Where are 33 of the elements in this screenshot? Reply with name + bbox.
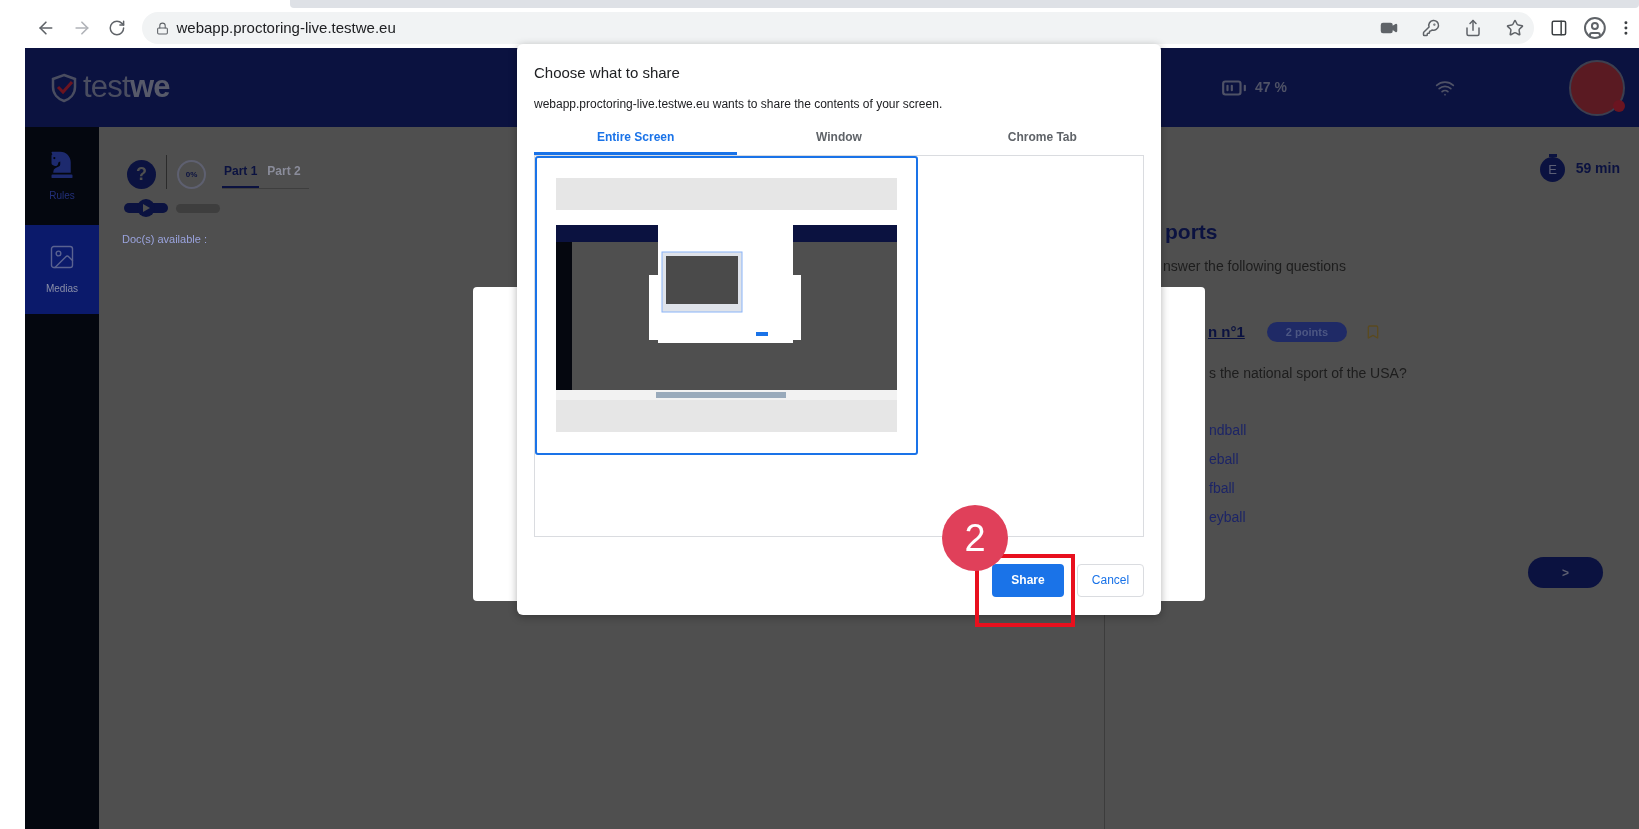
logo-text: testwe bbox=[83, 68, 170, 107]
share-button[interactable]: Share bbox=[992, 563, 1064, 597]
dialog-title: Choose what to share bbox=[534, 63, 681, 83]
share-icon[interactable] bbox=[1463, 19, 1482, 37]
section-title: ports bbox=[1165, 219, 1219, 245]
part-tab[interactable]: Part 2 bbox=[265, 162, 303, 188]
audio-play-icon bbox=[124, 199, 168, 217]
screen-thumbnail[interactable] bbox=[535, 155, 918, 455]
question-link[interactable]: n n°1 bbox=[1208, 320, 1245, 343]
help-button[interactable]: ? bbox=[127, 160, 156, 189]
part-tab[interactable]: Part 1 bbox=[222, 162, 260, 188]
next-button[interactable]: > bbox=[1528, 557, 1603, 588]
url-text: webapp.proctoring-live.testwe.eu bbox=[176, 17, 396, 38]
reload-icon[interactable] bbox=[107, 19, 126, 37]
stopwatch-icon: E bbox=[1539, 154, 1566, 182]
image-icon bbox=[48, 243, 76, 271]
address-bar[interactable]: webapp.proctoring-live.testwe.eu bbox=[141, 12, 1534, 44]
bookmark-star-icon[interactable] bbox=[1505, 19, 1524, 37]
sidebar-item[interactable]: Medias bbox=[25, 225, 99, 314]
shield-check-icon bbox=[51, 72, 77, 103]
battery-level: 47 % bbox=[1255, 78, 1287, 97]
progress-ring: 0% bbox=[177, 160, 206, 189]
lock-icon bbox=[155, 21, 169, 35]
source-tab[interactable]: Entire Screen bbox=[534, 122, 738, 155]
dialog-message: webapp.proctoring-live.testwe.eu wants to share the contents of your screen. bbox=[534, 95, 944, 113]
profile-icon[interactable] bbox=[1583, 16, 1608, 40]
source-tab[interactable]: Window bbox=[737, 122, 941, 155]
docs-label: Doc(s) available : bbox=[122, 232, 208, 247]
cancel-button[interactable]: Cancel bbox=[1077, 563, 1144, 597]
key-icon[interactable] bbox=[1421, 19, 1440, 37]
timer-text: 59 min bbox=[1575, 158, 1620, 178]
source-tab[interactable]: Chrome Tab bbox=[940, 122, 1144, 155]
side-panel-icon[interactable] bbox=[1549, 19, 1568, 37]
